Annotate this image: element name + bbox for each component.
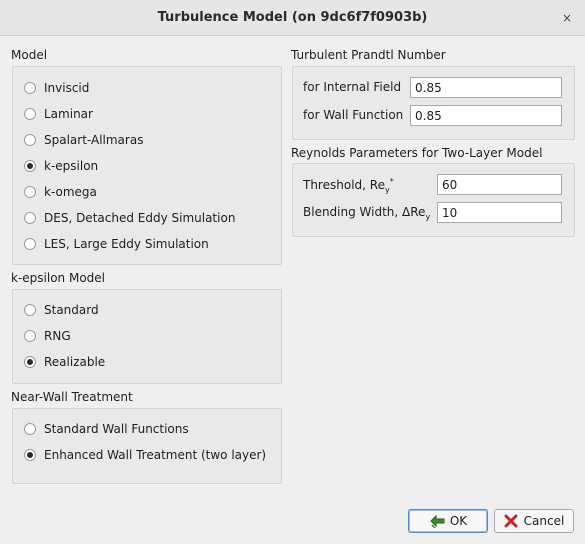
model-group: Inviscid Laminar Spalart-Allmaras k-epsi… — [12, 66, 282, 265]
radio-label: LES, Large Eddy Simulation — [44, 237, 209, 251]
ok-button[interactable]: OK — [408, 509, 488, 533]
radio-indicator[interactable] — [24, 423, 36, 435]
kepsilon-group: Standard RNG Realizable — [12, 289, 282, 384]
radio-indicator-selected[interactable] — [24, 356, 36, 368]
radio-label: Laminar — [44, 107, 93, 121]
radio-indicator-selected[interactable] — [24, 160, 36, 172]
radio-indicator[interactable] — [24, 108, 36, 120]
cancel-icon — [504, 514, 518, 528]
threshold-label-text: Threshold, Re — [303, 178, 385, 192]
radio-indicator[interactable] — [24, 330, 36, 342]
internal-field-input[interactable] — [410, 77, 562, 98]
radio-k-omega[interactable]: k-omega — [24, 182, 97, 202]
internal-field-label: for Internal Field — [303, 80, 402, 94]
title-bar: Turbulence Model (on 9dc6f7f0903b) × — [0, 0, 585, 36]
near-wall-label: Near-Wall Treatment — [11, 390, 133, 404]
ok-button-label: OK — [449, 514, 468, 528]
blending-width-input[interactable] — [437, 202, 562, 223]
model-label: Model — [11, 48, 48, 62]
radio-les[interactable]: LES, Large Eddy Simulation — [24, 234, 209, 254]
blending-width-label: Blending Width, ΔRey — [303, 205, 430, 221]
prandtl-group: for Internal Field for Wall Function — [292, 66, 575, 140]
prandtl-label: Turbulent Prandtl Number — [291, 48, 446, 62]
blending-width-label-text: Blending Width, ΔRe — [303, 205, 426, 219]
radio-spalart-allmaras[interactable]: Spalart-Allmaras — [24, 130, 143, 150]
radio-label: Enhanced Wall Treatment (two layer) — [44, 448, 267, 462]
threshold-input[interactable] — [437, 174, 562, 195]
reynolds-group: Threshold, Rey* Blending Width, ΔRey — [292, 163, 575, 237]
radio-indicator[interactable] — [24, 212, 36, 224]
threshold-label: Threshold, Rey* — [303, 177, 394, 194]
radio-indicator[interactable] — [24, 238, 36, 250]
wall-function-input[interactable] — [410, 105, 562, 126]
radio-indicator[interactable] — [24, 186, 36, 198]
radio-standard[interactable]: Standard — [24, 300, 99, 320]
radio-rng[interactable]: RNG — [24, 326, 71, 346]
radio-des[interactable]: DES, Detached Eddy Simulation — [24, 208, 235, 228]
ok-icon — [430, 514, 445, 528]
near-wall-group: Standard Wall Functions Enhanced Wall Tr… — [12, 408, 282, 484]
radio-label: Realizable — [44, 355, 106, 369]
threshold-label-sup: * — [389, 177, 394, 186]
radio-label: Spalart-Allmaras — [44, 133, 144, 147]
radio-indicator-selected[interactable] — [24, 449, 36, 461]
radio-label: Inviscid — [44, 81, 90, 95]
reynolds-label: Reynolds Parameters for Two-Layer Model — [291, 146, 543, 160]
radio-realizable[interactable]: Realizable — [24, 352, 105, 372]
cancel-button[interactable]: Cancel — [494, 509, 574, 533]
radio-label: k-omega — [44, 185, 97, 199]
close-icon[interactable]: × — [558, 10, 576, 26]
radio-indicator[interactable] — [24, 82, 36, 94]
window-title: Turbulence Model (on 9dc6f7f0903b) — [157, 10, 428, 25]
cancel-button-label: Cancel — [523, 514, 565, 528]
radio-indicator[interactable] — [24, 304, 36, 316]
radio-label: Standard Wall Functions — [44, 422, 189, 436]
wall-function-label: for Wall Function — [303, 108, 404, 122]
radio-label: Standard — [44, 303, 99, 317]
radio-label: RNG — [44, 329, 71, 343]
radio-standard-wall-functions[interactable]: Standard Wall Functions — [24, 419, 189, 439]
radio-indicator[interactable] — [24, 134, 36, 146]
radio-laminar[interactable]: Laminar — [24, 104, 93, 124]
kepsilon-label: k-epsilon Model — [11, 271, 105, 285]
radio-enhanced-wall-treatment[interactable]: Enhanced Wall Treatment (two layer) — [24, 445, 266, 465]
radio-k-epsilon[interactable]: k-epsilon — [24, 156, 98, 176]
blending-width-label-sub: y — [425, 212, 431, 222]
radio-inviscid[interactable]: Inviscid — [24, 78, 89, 98]
radio-label: k-epsilon — [44, 159, 99, 173]
radio-label: DES, Detached Eddy Simulation — [44, 211, 236, 225]
threshold-label-sub: y — [384, 185, 390, 195]
